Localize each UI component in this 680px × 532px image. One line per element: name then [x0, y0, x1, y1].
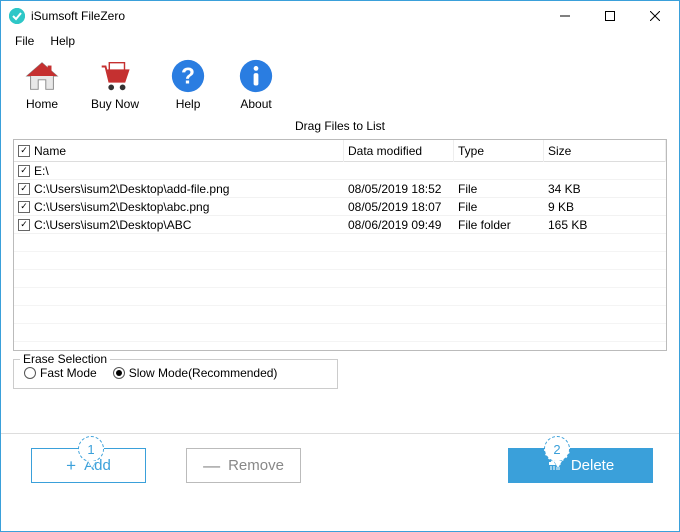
app-icon: [9, 8, 25, 24]
content-area: Drag Files to List Name Data modified Ty…: [1, 113, 679, 397]
file-name: C:\Users\isum2\Desktop\ABC: [34, 218, 191, 232]
window-title: iSumsoft FileZero: [31, 9, 542, 23]
file-date: 08/05/2019 18:52: [344, 182, 454, 196]
minus-icon: —: [203, 456, 220, 476]
file-type: File: [454, 182, 544, 196]
table-row: [14, 270, 666, 288]
file-list-header: Name Data modified Type Size: [14, 140, 666, 162]
file-list: Name Data modified Type Size E:\ C:\User…: [13, 139, 667, 351]
drag-files-label: Drag Files to List: [13, 115, 667, 139]
file-size: 34 KB: [544, 182, 666, 196]
cart-icon: [96, 57, 134, 95]
radio-icon: [24, 367, 36, 379]
info-icon: [237, 57, 275, 95]
minimize-button[interactable]: [542, 2, 587, 30]
home-button[interactable]: Home: [23, 57, 61, 111]
column-date[interactable]: Data modified: [344, 140, 454, 162]
fast-mode-label: Fast Mode: [40, 366, 97, 380]
menu-help[interactable]: Help: [42, 32, 83, 50]
row-checkbox[interactable]: [18, 183, 30, 195]
delete-button[interactable]: Delete: [508, 448, 653, 483]
column-type[interactable]: Type: [454, 140, 544, 162]
fast-mode-radio[interactable]: Fast Mode: [24, 366, 97, 380]
help-icon: ?: [169, 57, 207, 95]
home-label: Home: [26, 97, 58, 111]
select-all-checkbox[interactable]: [18, 145, 30, 157]
buy-now-button[interactable]: Buy Now: [91, 57, 139, 111]
about-label: About: [240, 97, 271, 111]
titlebar: iSumsoft FileZero: [1, 1, 679, 31]
table-row: [14, 288, 666, 306]
row-checkbox[interactable]: [18, 219, 30, 231]
buy-label: Buy Now: [91, 97, 139, 111]
table-row: [14, 324, 666, 342]
file-date: 08/05/2019 18:07: [344, 200, 454, 214]
table-row[interactable]: C:\Users\isum2\Desktop\abc.png 08/05/201…: [14, 198, 666, 216]
file-size: 9 KB: [544, 200, 666, 214]
column-size[interactable]: Size: [544, 140, 666, 162]
help-button[interactable]: ? Help: [169, 57, 207, 111]
toolbar: Home Buy Now ? Help About: [1, 51, 679, 113]
column-name[interactable]: Name: [14, 140, 344, 162]
about-button[interactable]: About: [237, 57, 275, 111]
table-row[interactable]: E:\: [14, 162, 666, 180]
erase-legend: Erase Selection: [20, 352, 110, 366]
delete-label: Delete: [571, 457, 614, 474]
erase-selection-group: Erase Selection Fast Mode Slow Mode(Reco…: [13, 359, 338, 389]
file-name: C:\Users\isum2\Desktop\add-file.png: [34, 182, 229, 196]
table-row[interactable]: C:\Users\isum2\Desktop\add-file.png 08/0…: [14, 180, 666, 198]
plus-icon: +: [66, 456, 76, 476]
table-row[interactable]: C:\Users\isum2\Desktop\ABC 08/06/2019 09…: [14, 216, 666, 234]
row-checkbox[interactable]: [18, 165, 30, 177]
table-row: [14, 234, 666, 252]
file-name: E:\: [34, 164, 49, 178]
file-size: 165 KB: [544, 218, 666, 232]
column-name-label: Name: [34, 144, 66, 158]
file-date: 08/06/2019 09:49: [344, 218, 454, 232]
maximize-button[interactable]: [587, 2, 632, 30]
home-icon: [23, 57, 61, 95]
menubar: File Help: [1, 31, 679, 51]
slow-mode-radio[interactable]: Slow Mode(Recommended): [113, 366, 278, 380]
file-name: C:\Users\isum2\Desktop\abc.png: [34, 200, 209, 214]
file-type: File folder: [454, 218, 544, 232]
table-row: [14, 252, 666, 270]
bottom-bar: + Add — Remove Delete: [1, 433, 679, 483]
radio-icon: [113, 367, 125, 379]
callout-1: 1: [78, 436, 104, 462]
remove-button[interactable]: — Remove: [186, 448, 301, 483]
slow-mode-label: Slow Mode(Recommended): [129, 366, 278, 380]
menu-file[interactable]: File: [7, 32, 42, 50]
file-type: File: [454, 200, 544, 214]
remove-label: Remove: [228, 457, 284, 474]
close-button[interactable]: [632, 2, 677, 30]
help-label: Help: [176, 97, 201, 111]
row-checkbox[interactable]: [18, 201, 30, 213]
svg-text:?: ?: [181, 63, 195, 89]
callout-2: 2: [544, 436, 570, 462]
table-row: [14, 306, 666, 324]
